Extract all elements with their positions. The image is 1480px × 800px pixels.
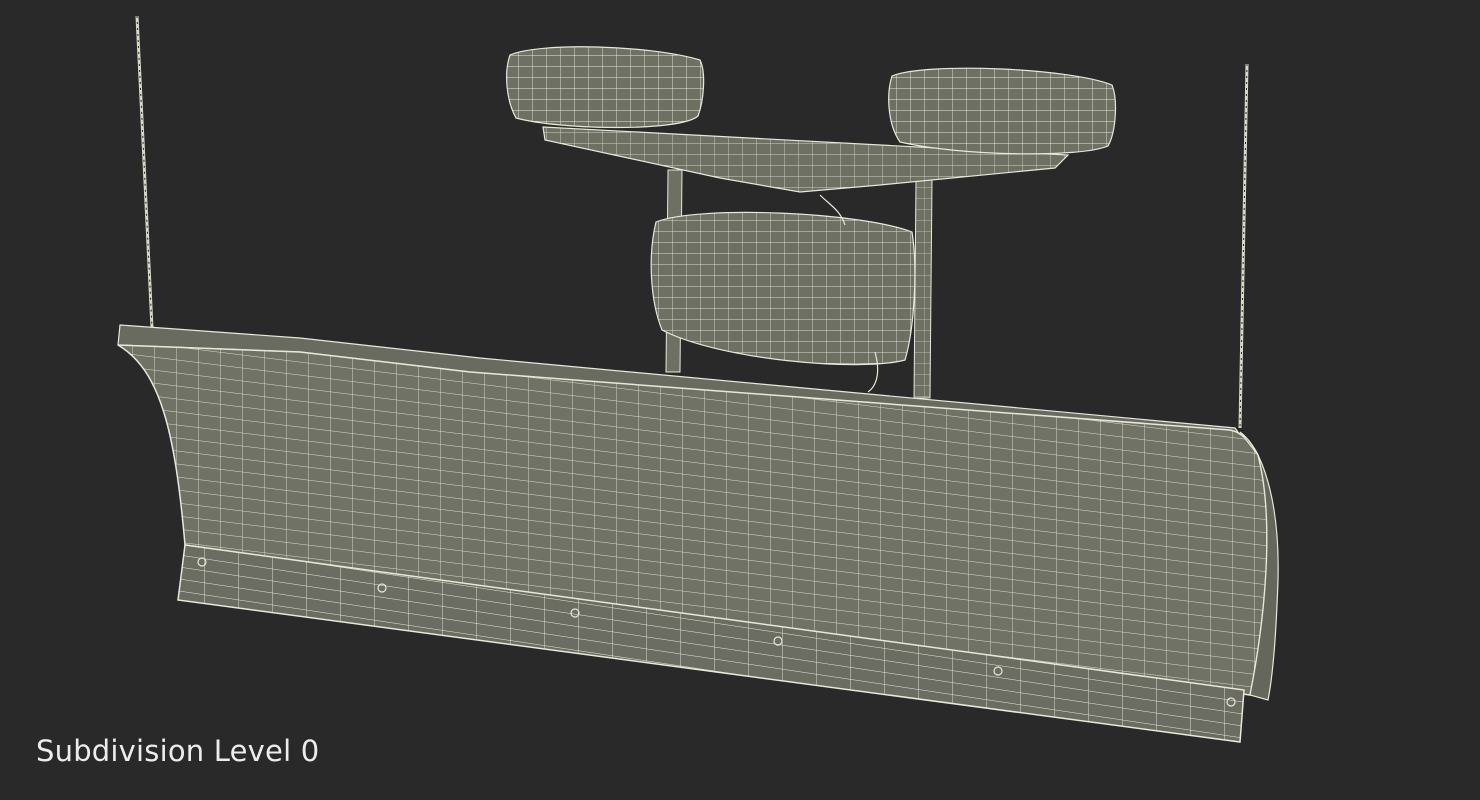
right-headlight [888, 67, 1117, 155]
left-headlight [506, 46, 705, 129]
viewport: Subdivision Level 0 [0, 0, 1480, 800]
left-marker-rod [135, 15, 154, 329]
wireframe-render [117, 15, 1279, 743]
subdivision-level-caption: Subdivision Level 0 [36, 734, 320, 768]
right-marker-rod [1238, 63, 1249, 429]
hydraulic-unit [650, 194, 916, 393]
